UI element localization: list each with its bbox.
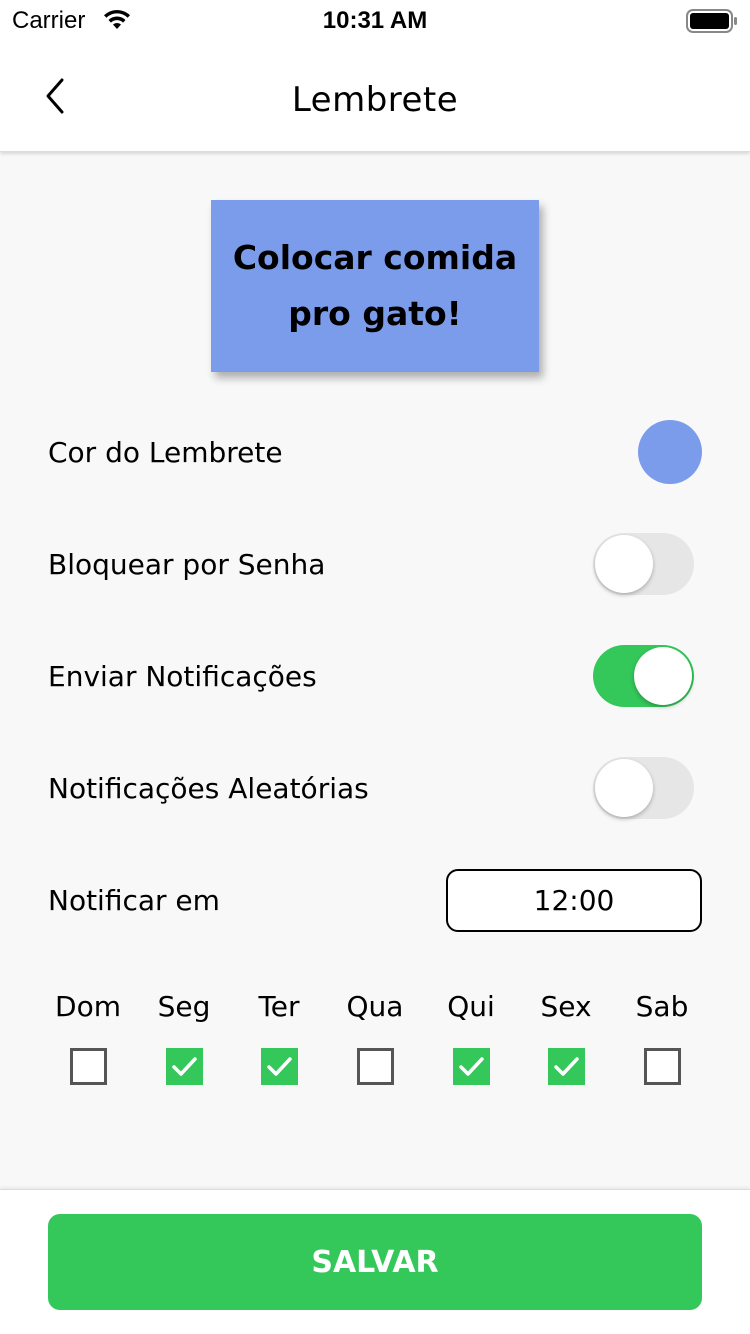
- nav-bar: Lembrete: [0, 40, 750, 152]
- color-label: Cor do Lembrete: [48, 436, 283, 469]
- page-title: Lembrete: [291, 80, 459, 120]
- toggle-knob: [634, 647, 692, 705]
- day-label: Ter: [258, 990, 300, 1023]
- battery-icon: [686, 9, 737, 33]
- day-checkbox[interactable]: [261, 1048, 298, 1085]
- random-notifications-toggle[interactable]: [593, 757, 694, 819]
- day-checkbox[interactable]: [644, 1048, 681, 1085]
- day-label: Sab: [635, 990, 689, 1023]
- status-bar: Carrier 10:31 AM: [0, 0, 750, 40]
- day-label: Qui: [447, 990, 495, 1023]
- day-label: Seg: [157, 990, 211, 1023]
- notify-time-field[interactable]: 12:00: [446, 869, 702, 932]
- notify-at-label: Notificar em: [48, 884, 220, 917]
- day-checkbox[interactable]: [166, 1048, 203, 1085]
- checkmark-icon: [172, 1057, 197, 1076]
- day-checkbox[interactable]: [453, 1048, 490, 1085]
- notifications-toggle[interactable]: [593, 645, 694, 707]
- checkmark-icon: [554, 1057, 579, 1076]
- checkmark-icon: [459, 1057, 484, 1076]
- toggle-knob: [595, 759, 653, 817]
- status-time: 10:31 AM: [322, 7, 428, 34]
- day-checkbox[interactable]: [548, 1048, 585, 1085]
- color-picker-button[interactable]: [638, 420, 702, 484]
- day-label: Qua: [346, 990, 404, 1023]
- notifications-label: Enviar Notificações: [48, 660, 317, 693]
- reminder-note-preview[interactable]: Colocar comida pro gato!: [211, 200, 539, 372]
- save-button[interactable]: SALVAR: [48, 1214, 702, 1310]
- password-label: Bloquear por Senha: [48, 548, 326, 581]
- random-notifications-label: Notificações Aleatórias: [48, 772, 369, 805]
- password-toggle[interactable]: [593, 533, 694, 595]
- toggle-knob: [595, 535, 653, 593]
- day-label: Dom: [55, 990, 121, 1023]
- day-checkbox[interactable]: [357, 1048, 394, 1085]
- reminder-note-text: Colocar comida pro gato!: [232, 238, 518, 333]
- day-label: Sex: [540, 990, 592, 1023]
- reminder-screen: Carrier 10:31 AM Lembrete Colocar comida…: [0, 0, 750, 1334]
- day-checkbox[interactable]: [70, 1048, 107, 1085]
- checkmark-icon: [267, 1057, 292, 1076]
